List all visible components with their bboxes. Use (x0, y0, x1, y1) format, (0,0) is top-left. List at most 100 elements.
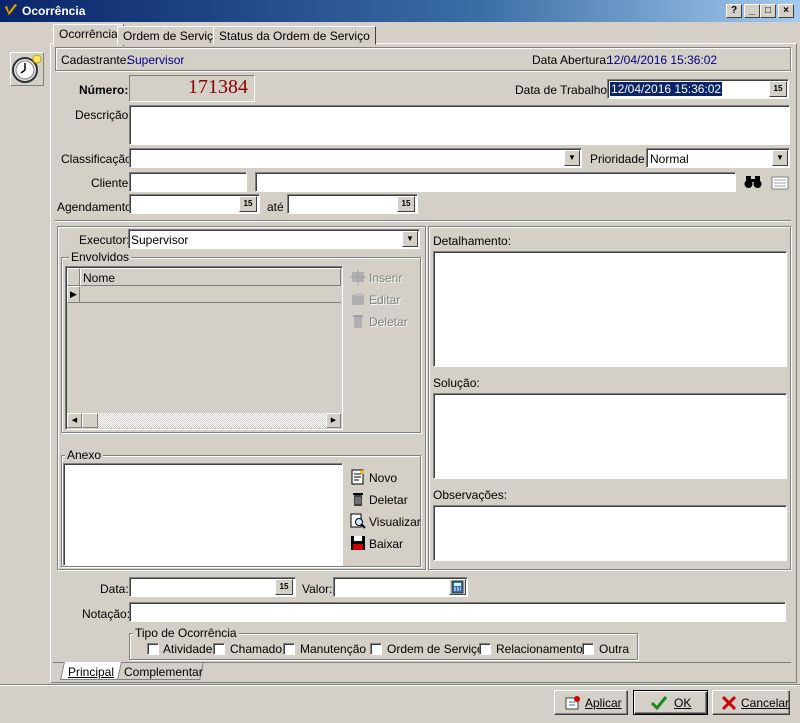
tab-ordem-de-servico[interactable]: Ordem de Serviço (117, 26, 226, 45)
envolvidos-deletar-button[interactable]: Deletar (369, 315, 408, 329)
list-icon[interactable] (771, 176, 789, 193)
inserir-button[interactable]: Inserir (369, 271, 402, 285)
classificacao-chevron-down-icon[interactable]: ▼ (564, 150, 580, 166)
prioridade-label: Prioridade: (590, 152, 649, 166)
data-trabalho-value: 12/04/2016 15:36:02 (610, 82, 723, 96)
observacoes-label: Observações: (433, 488, 508, 502)
trash-icon (350, 491, 366, 510)
cancelar-button[interactable]: Cancelar (712, 690, 790, 715)
deletar-icon (350, 313, 366, 332)
data-trabalho-label: Data de Trabalho: (515, 83, 611, 97)
descricao-label: Descrição: (75, 108, 132, 122)
data-calendar-icon[interactable]: 15 (275, 579, 293, 595)
atividade-checkbox[interactable] (147, 643, 159, 655)
prioridade-value: Normal (650, 152, 689, 166)
cliente-label: Cliente: (91, 176, 132, 190)
ordem-servico-label: Ordem de Serviço (387, 642, 484, 656)
prioridade-chevron-down-icon[interactable]: ▼ (772, 150, 788, 166)
title-bar[interactable]: Ocorrência ? _ □ × (0, 0, 800, 22)
editar-icon (350, 291, 366, 310)
detalhamento-field[interactable] (433, 251, 787, 367)
baixar-button[interactable]: Baixar (369, 537, 403, 551)
magnifier-icon (350, 513, 366, 532)
grid-header-nome[interactable]: Nome (80, 268, 341, 286)
outra-checkbox[interactable] (582, 643, 594, 655)
valor-field[interactable] (333, 577, 468, 597)
chamado-checkbox[interactable] (213, 643, 225, 655)
detalhamento-label: Detalhamento: (433, 234, 512, 248)
editar-button[interactable]: Editar (369, 293, 400, 307)
aplicar-button[interactable]: Aplicar (554, 690, 628, 715)
calculator-icon[interactable] (449, 579, 466, 595)
cadastrante-value: Supervisor (127, 53, 185, 67)
executor-chevron-down-icon[interactable]: ▼ (402, 231, 418, 247)
manutencao-label: Manutenção (300, 642, 367, 656)
classificacao-select[interactable] (129, 148, 582, 168)
anexo-deletar-button[interactable]: Deletar (369, 493, 408, 507)
minimize-button[interactable]: _ (744, 4, 760, 18)
maximize-button[interactable]: □ (760, 4, 776, 18)
notacao-field[interactable] (129, 602, 786, 622)
window-title: Ocorrência (22, 4, 86, 18)
novo-icon (350, 469, 366, 488)
clock-icon[interactable] (10, 52, 44, 86)
numero-value: 171384 (188, 76, 248, 98)
chamado-label: Chamado (230, 642, 283, 656)
numero-label: Número: (79, 83, 129, 97)
data-abertura-label: Data Abertura: (532, 53, 610, 67)
apply-icon (565, 695, 581, 714)
solucao-field[interactable] (433, 393, 787, 479)
observacoes-field[interactable] (433, 505, 787, 561)
left-sidebar (0, 22, 50, 682)
cadastrante-label: Cadastrante: (61, 53, 130, 67)
atividade-label: Atividade (163, 642, 213, 656)
column-nome-label: Nome (83, 271, 116, 285)
scroll-left-button[interactable]: ◀ (67, 413, 82, 428)
agendamento-from-calendar-icon[interactable]: 15 (239, 196, 257, 212)
cliente-name-field[interactable] (255, 172, 736, 192)
data-trabalho-calendar-icon[interactable]: 15 (769, 81, 787, 97)
ate-label: até (267, 200, 284, 214)
scroll-thumb[interactable] (82, 413, 98, 428)
tipo-ocorrencia-title: Tipo de Ocorrência (133, 626, 239, 640)
descricao-field[interactable] (129, 105, 790, 145)
tab-status-ordem-servico[interactable]: Status da Ordem de Serviço (213, 26, 376, 45)
novo-button[interactable]: Novo (369, 471, 397, 485)
scroll-right-button[interactable]: ▶ (326, 413, 341, 428)
executor-value: Supervisor (131, 233, 189, 247)
tab-ocorrencia[interactable]: Ocorrência (53, 24, 124, 46)
ok-label: OK (674, 696, 692, 710)
table-row[interactable] (80, 286, 341, 303)
close-button[interactable]: × (778, 4, 794, 18)
cliente-code-field[interactable] (129, 172, 247, 192)
cancelar-label: Cancelar (741, 696, 790, 710)
tab-principal-label: Principal (68, 665, 115, 679)
app-icon (4, 3, 18, 17)
ordem-servico-checkbox[interactable] (370, 643, 382, 655)
check-icon (650, 694, 668, 715)
binoculars-icon[interactable] (744, 175, 762, 192)
agendamento-to-calendar-icon[interactable]: 15 (397, 196, 415, 212)
data-field[interactable] (129, 577, 296, 597)
solucao-label: Solução: (433, 376, 480, 390)
agendamento-label: Agendamento: (57, 200, 136, 214)
ok-button[interactable]: OK (633, 690, 708, 715)
tab-complementar-label: Complementar (124, 665, 203, 679)
aplicar-label: Aplicar (585, 696, 622, 710)
envolvidos-scrollbar[interactable] (67, 413, 341, 428)
notacao-label: Notação: (82, 607, 131, 621)
divider (55, 220, 791, 222)
grid-row-indicator[interactable]: ▶ (67, 286, 80, 303)
executor-label: Executor: (79, 233, 130, 247)
classificacao-label: Classificação: (61, 152, 136, 166)
anexo-list[interactable] (63, 463, 343, 566)
envolvidos-title: Envolvidos (69, 250, 132, 264)
outra-label: Outra (599, 642, 630, 656)
help-button[interactable]: ? (726, 4, 742, 18)
valor-label: Valor: (302, 582, 333, 596)
visualizar-button[interactable]: Visualizar (369, 515, 421, 529)
data-label: Data: (100, 582, 129, 596)
data-abertura-value: 12/04/2016 15:36:02 (607, 53, 718, 67)
manutencao-checkbox[interactable] (283, 643, 295, 655)
relacionamento-checkbox[interactable] (479, 643, 491, 655)
